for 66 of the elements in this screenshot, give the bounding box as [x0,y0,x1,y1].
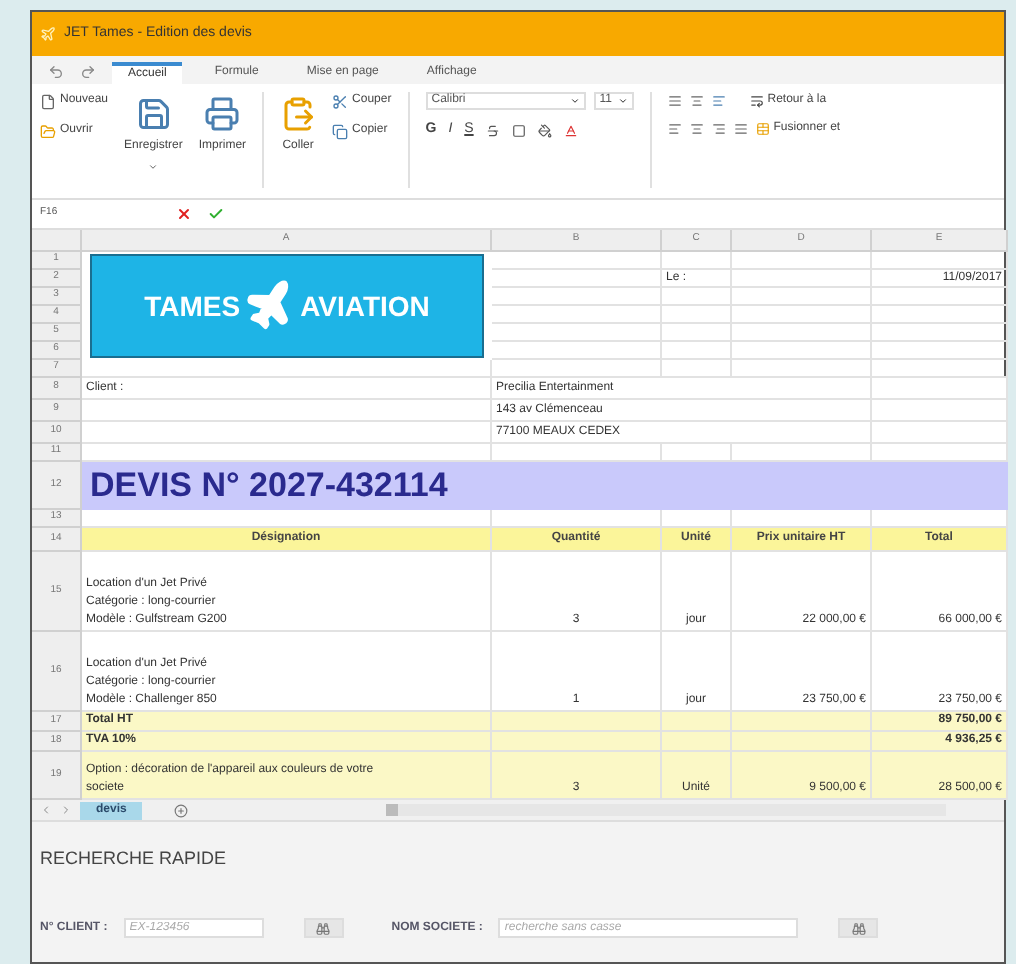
horizontal-scrollbar[interactable] [386,804,947,816]
binoculars-icon [316,921,331,936]
folder-icon [40,123,56,139]
table-cell [732,510,872,528]
cancel-icon[interactable] [176,206,192,222]
table-cell [872,444,1008,462]
table-cell [872,324,1008,342]
table-cell [872,342,1008,360]
table-cell [872,400,1008,422]
table-cell [732,732,872,752]
table-cell [662,288,732,306]
plane-icon [40,26,56,42]
table-cell [732,324,872,342]
logo-text: TAMES [144,287,241,325]
copy-icon [332,123,349,139]
table-cell [732,252,872,270]
scissors-icon [332,93,349,109]
font-color-icon[interactable] [563,123,578,138]
table-cell [732,712,872,732]
panel-title: RECHERCHE RAPIDE [40,845,229,872]
wrap-icon [749,94,764,108]
logo-text: AVIATION [300,287,430,325]
confirm-icon[interactable] [208,206,224,222]
caret-icon [569,96,580,106]
table-cell [872,252,1008,270]
table-cell [662,732,732,752]
align-middle-icon[interactable] [689,94,704,108]
align-right-icon[interactable] [711,122,726,136]
table-cell [872,306,1008,324]
border-icon[interactable] [511,123,526,138]
binoculars-icon [851,921,866,936]
undo-icon[interactable] [48,64,64,80]
caret-icon [617,96,628,106]
table-cell [662,712,732,732]
justify-icon[interactable] [733,122,748,136]
printer-icon [204,96,241,132]
redo-icon[interactable] [80,64,96,80]
table-cell [662,510,732,528]
caret-icon [148,162,159,172]
table-cell [872,510,1008,528]
fill-color-icon[interactable] [537,123,552,138]
table-cell [732,342,872,360]
table-cell [732,306,872,324]
merge-icon [755,122,770,136]
table-cell [732,270,872,288]
table-cell [732,288,872,306]
search-button[interactable] [838,918,879,939]
table-cell [662,324,732,342]
table-cell [662,252,732,270]
align-center-icon[interactable] [689,122,704,136]
add-sheet-icon[interactable] [174,803,189,817]
table-cell [662,306,732,324]
align-top-icon[interactable] [667,94,682,108]
corner-cell[interactable] [32,230,82,252]
table-cell [662,444,732,462]
clipboard-icon [280,96,317,132]
table-cell [662,342,732,360]
strikethrough-icon[interactable] [485,123,500,138]
quote-title: DEVIS N° 2027-432114 [82,462,1008,510]
table-cell [872,422,1008,444]
search-button[interactable] [303,918,344,939]
new-file-icon [40,93,56,109]
align-bottom-icon[interactable] [711,94,726,108]
table-cell [732,444,872,462]
align-left-icon[interactable] [667,122,682,136]
table-cell [872,288,1008,306]
